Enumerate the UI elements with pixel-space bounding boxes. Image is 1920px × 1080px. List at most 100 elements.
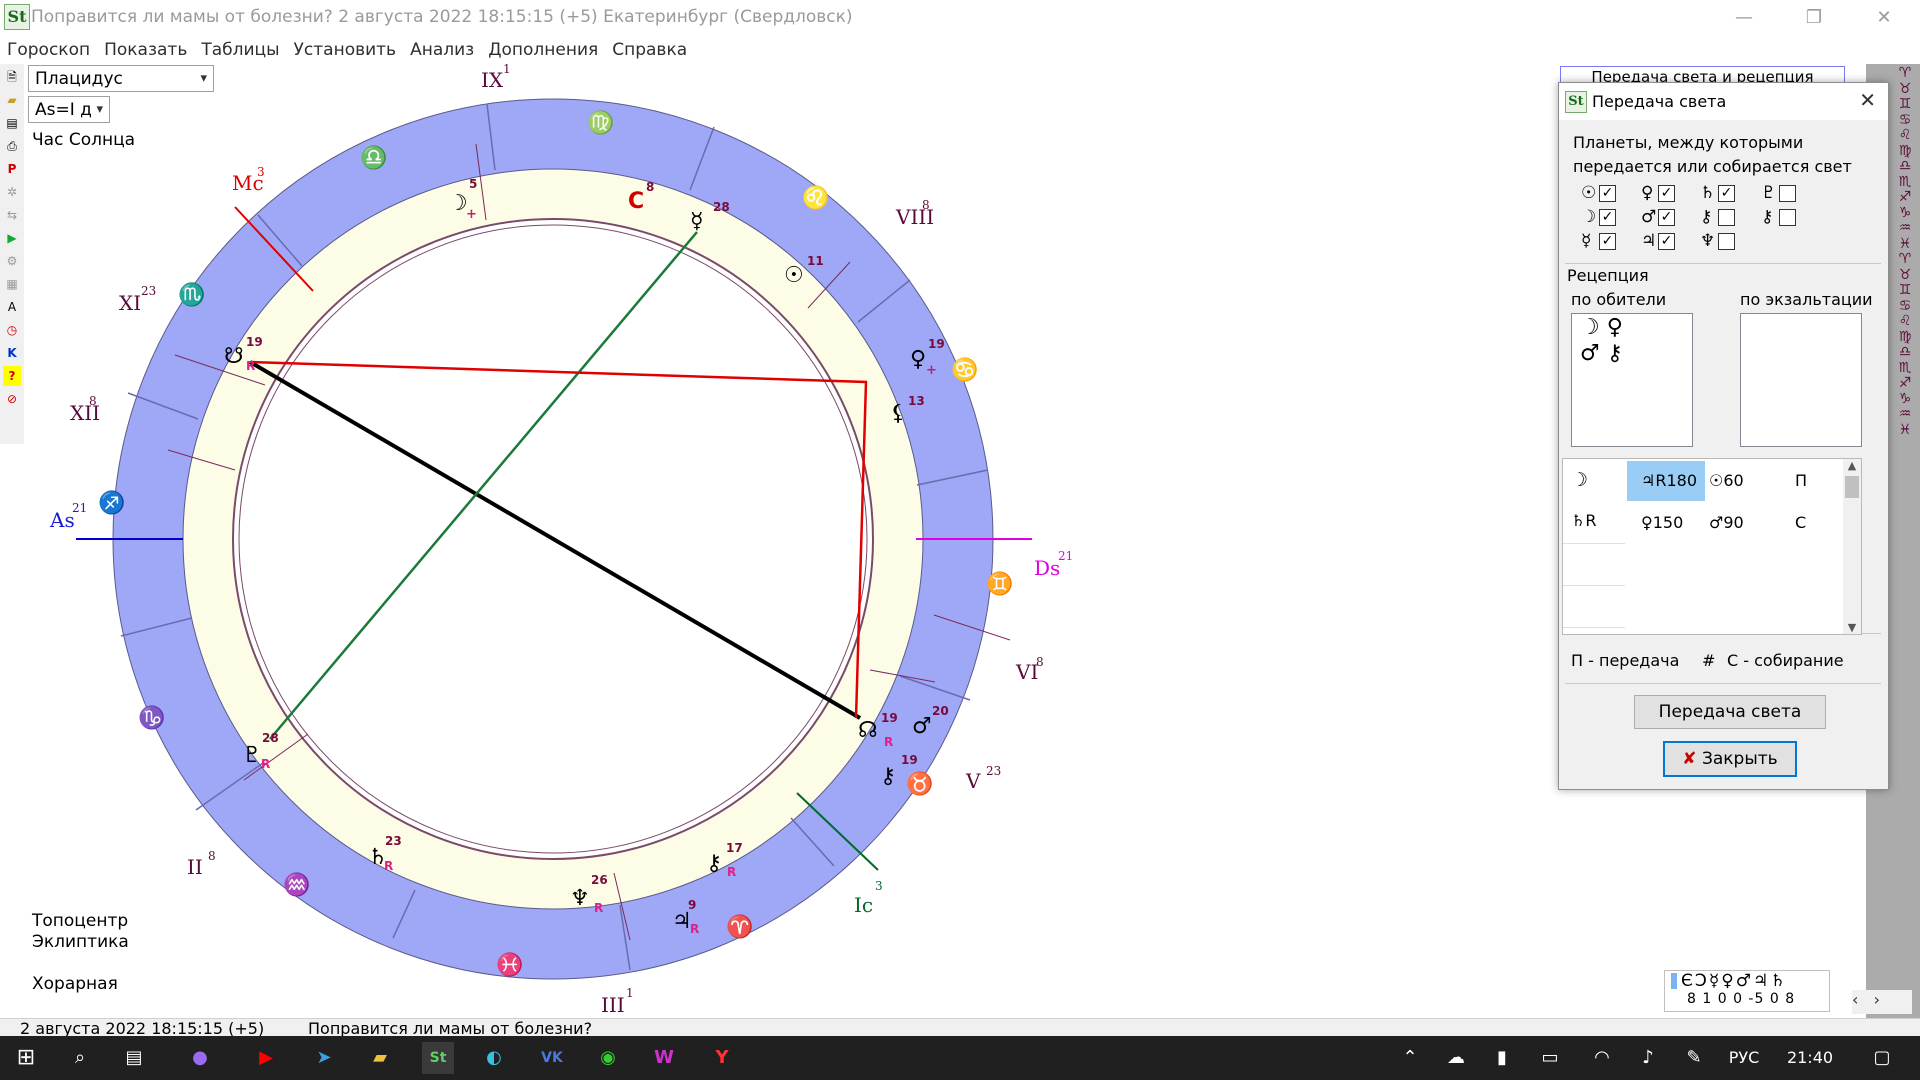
volume-icon[interactable]: ♪ — [1632, 1042, 1664, 1074]
transfer-light-button[interactable]: Передача света — [1634, 695, 1826, 729]
vk-icon[interactable]: VK — [536, 1042, 568, 1074]
windows-start-icon[interactable]: ⊞ — [10, 1042, 42, 1074]
sun-deg: 11 — [807, 254, 824, 268]
svg-text:R: R — [594, 901, 603, 915]
house-5-label: V — [965, 769, 981, 793]
scroll-down-icon[interactable]: ▼ — [1843, 621, 1861, 634]
grid-scrollbar[interactable]: ▲ ▼ — [1843, 459, 1861, 634]
saturn-deg: 23 — [385, 834, 402, 848]
mercury-checkbox[interactable]: ✓ — [1599, 233, 1616, 250]
neptune-deg: 26 — [591, 873, 608, 887]
telegram-icon[interactable]: ➤ — [308, 1042, 340, 1074]
grid-row1-aspect2[interactable]: ☉60 — [1709, 471, 1744, 490]
mini-table: ЄϽ☿♀♂♃♄ 8 1 0 0 -5 0 8 — [1664, 970, 1830, 1012]
domicile-list[interactable]: ☽ ♀ ♂ ⚷ — [1571, 313, 1693, 447]
chiron-checkbox[interactable] — [1779, 209, 1796, 226]
leo-icon: ♌ — [802, 185, 829, 211]
notifications-icon[interactable]: ▢ — [1866, 1042, 1898, 1074]
jupiter-checkbox[interactable]: ✓ — [1658, 233, 1675, 250]
cloud-icon[interactable]: ☁ — [1440, 1042, 1472, 1074]
house-2-deg: 8 — [208, 849, 216, 863]
sun-icon: ☉ — [784, 263, 804, 288]
neptune-checkbox[interactable] — [1718, 233, 1735, 250]
grid-row1-type[interactable]: П — [1795, 471, 1807, 490]
sun-checkbox[interactable]: ✓ — [1599, 185, 1616, 202]
desc-deg: 21 — [1058, 549, 1073, 563]
pen-icon[interactable]: ✎ — [1678, 1042, 1710, 1074]
exaltation-label: по экзальтации — [1740, 290, 1873, 309]
taurus-icon: ♉ — [906, 771, 933, 797]
staratlas-app-icon[interactable]: St — [422, 1042, 454, 1074]
search-icon[interactable]: ⌕ — [64, 1042, 96, 1074]
grid-row2-aspect2[interactable]: ♂90 — [1709, 513, 1744, 532]
ic-label: Ic — [854, 893, 873, 917]
youtube-icon[interactable]: ▶ — [250, 1042, 282, 1074]
north-node-icon: ☊ — [858, 718, 878, 743]
house-2-label: II — [187, 855, 203, 879]
south-node-icon: ☋ — [224, 344, 244, 369]
aquarius-icon: ♒ — [283, 872, 310, 898]
edge-icon[interactable]: ◐ — [478, 1042, 510, 1074]
chevron-up-icon[interactable]: ⌃ — [1394, 1042, 1426, 1074]
scroll-up-icon[interactable]: ▲ — [1843, 459, 1861, 472]
house-11-label: XI — [119, 291, 141, 315]
venus-icon: ♀ — [910, 347, 926, 372]
separator — [1565, 683, 1881, 684]
alice-icon[interactable]: ● — [184, 1042, 216, 1074]
house-6-label: VI — [1015, 660, 1038, 684]
lilith-icon: ⚸ — [890, 401, 906, 426]
house-5-deg: 23 — [986, 764, 1001, 778]
neptune-icon: ♆ — [1700, 231, 1716, 251]
house-3-label: III — [601, 993, 625, 1017]
pluto-checkbox[interactable] — [1779, 185, 1796, 202]
svg-text:+: + — [926, 363, 937, 378]
jupiter-deg: 9 — [688, 898, 696, 912]
grid-row2-type[interactable]: С — [1795, 513, 1806, 532]
svg-text:R: R — [884, 735, 893, 749]
pluto-deg: 28 — [262, 731, 279, 745]
uranus-checkbox[interactable] — [1718, 209, 1735, 226]
uranus-icon: ⚷ — [880, 764, 896, 789]
grid-row1-aspect1[interactable]: ♃R180 — [1641, 471, 1697, 490]
grid-row2-aspect1[interactable]: ♀150 — [1641, 513, 1683, 532]
aspects-grid[interactable]: ☽ ♃R180 ☉60 П ♄R ♀150 ♂90 С ▲ ▼ — [1562, 458, 1862, 635]
close-button[interactable]: ✘ Закрыть — [1663, 741, 1797, 777]
whatsapp-icon[interactable]: ◉ — [592, 1042, 624, 1074]
saturn-checkbox[interactable]: ✓ — [1718, 185, 1735, 202]
grid-row1-planet[interactable]: ☽ — [1571, 469, 1588, 491]
house-9-deg: 1 — [503, 62, 511, 76]
microphone-icon[interactable]: ▮ — [1486, 1042, 1518, 1074]
svg-text:R: R — [246, 359, 255, 373]
mars-checkbox[interactable]: ✓ — [1658, 209, 1675, 226]
language-indicator[interactable]: РУС — [1722, 1042, 1766, 1074]
desc-line-1: Планеты, между которыми — [1573, 133, 1804, 152]
scroll-arrows[interactable]: ‹ › — [1852, 990, 1912, 1014]
w-app-icon[interactable]: W — [648, 1042, 680, 1074]
legend-transfer: П - передача — [1571, 651, 1680, 670]
desc-line-2: передается или собирается свет — [1573, 157, 1852, 176]
close-icon[interactable]: ✕ — [1859, 88, 1876, 112]
dialog-title: Передача света — [1592, 92, 1727, 111]
battery-icon[interactable]: ▭ — [1534, 1042, 1566, 1074]
yandex-browser-icon[interactable]: Y — [706, 1042, 738, 1074]
domicile-item[interactable]: ♂ ⚷ — [1572, 342, 1692, 366]
asc-deg: 21 — [72, 501, 87, 515]
moon-deg: 5 — [469, 177, 477, 191]
pluto-icon: ♇ — [242, 743, 262, 768]
task-view-icon[interactable]: ▤ — [118, 1042, 150, 1074]
exaltation-list[interactable] — [1740, 313, 1862, 447]
grid-row2-planet[interactable]: ♄R — [1571, 511, 1596, 530]
domicile-item[interactable]: ☽ ♀ — [1572, 314, 1692, 342]
scorpio-icon: ♏ — [178, 282, 205, 308]
venus-checkbox[interactable]: ✓ — [1658, 185, 1675, 202]
moon-checkbox[interactable]: ✓ — [1599, 209, 1616, 226]
wifi-icon[interactable]: ◠ — [1586, 1042, 1618, 1074]
venus-icon: ♀ — [1641, 183, 1654, 203]
file-explorer-icon[interactable]: ▰ — [364, 1042, 396, 1074]
svg-text:R: R — [690, 922, 699, 936]
taskbar: ⊞ ⌕ ▤ ● ▶ ➤ ▰ St ◐ VK ◉ W Y ⌃ ☁ ▮ ▭ ◠ ♪ … — [0, 1036, 1920, 1080]
scroll-thumb[interactable] — [1845, 476, 1859, 498]
pluto-icon: ♇ — [1761, 183, 1777, 203]
house-8-deg: 8 — [922, 198, 930, 212]
clock[interactable]: 21:40 — [1782, 1042, 1838, 1074]
